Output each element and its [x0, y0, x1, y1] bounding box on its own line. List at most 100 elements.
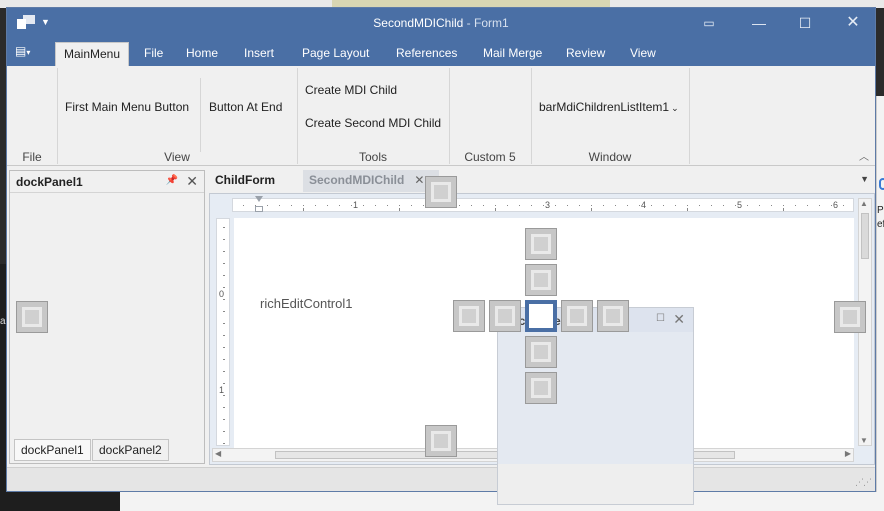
tab-insert[interactable]: Insert [236, 42, 282, 66]
background-bottom-dark [0, 492, 120, 511]
scroll-left-icon[interactable]: ◀ [215, 449, 221, 458]
dock-guide-bottom-inner[interactable] [525, 336, 557, 368]
title-bar[interactable]: ▼ SecondMDIChild - Form1 ▭ — ☐ ✕ [7, 8, 875, 38]
pin-icon[interactable]: 📌 [166, 175, 178, 186]
chevron-down-icon: ⌄ [671, 103, 679, 113]
ruler-tick [363, 205, 364, 206]
ruler-tick [675, 205, 676, 206]
ruler-tick [223, 287, 225, 288]
background-radio [879, 178, 884, 190]
dock-guide-left-edge[interactable] [16, 301, 48, 333]
close-icon[interactable]: ✕ [673, 311, 685, 328]
ruler-tick [831, 205, 832, 206]
group-label-tools: Tools [358, 150, 387, 164]
indent-marker-icon[interactable] [255, 196, 263, 212]
tab-view[interactable]: View [622, 42, 664, 66]
dock-panel-1-header[interactable]: dockPanel1 📌 ✕ [10, 171, 204, 193]
scroll-up-icon[interactable]: ▲ [860, 199, 868, 208]
first-main-menu-button[interactable]: First Main Menu Button [65, 100, 189, 114]
ruler-tick [555, 205, 556, 206]
resize-grip-icon[interactable]: ⋰⋰ [855, 477, 872, 488]
status-bar: ⋰⋰ [7, 467, 875, 491]
ruler-tick [303, 205, 304, 206]
dock-panel-1-title: dockPanel1 [16, 175, 83, 189]
group-label-window: Window [588, 150, 632, 164]
dock-guide-top-edge[interactable] [425, 176, 457, 208]
application-menu-button[interactable]: ▤▾ [15, 44, 41, 62]
dock-guide-left-outer[interactable] [453, 300, 485, 332]
ruler-tick [223, 251, 225, 252]
tab-childform[interactable]: ChildForm [209, 170, 281, 192]
mdi-children-list-dropdown[interactable]: barMdiChildrenListItem1 ⌄ [539, 100, 679, 114]
button-at-end[interactable]: Button At End [209, 100, 282, 114]
group-label-file: File [22, 150, 42, 164]
ruler-tick [223, 227, 225, 228]
ruler-tick [567, 205, 568, 206]
close-button[interactable]: ✕ [841, 13, 865, 33]
ruler-tick [351, 205, 352, 206]
ruler-tick [711, 205, 712, 206]
ruler-tick [223, 323, 225, 324]
create-mdi-child-button[interactable]: Create MDI Child [305, 83, 397, 97]
tab-secondmdichild[interactable]: SecondMDIChild ✕ [303, 170, 439, 192]
ruler-tick [243, 205, 244, 206]
minimize-button[interactable]: — [747, 13, 771, 33]
ruler-tick [771, 205, 772, 206]
ruler-tick [223, 359, 225, 360]
close-tab-icon[interactable]: ✕ [414, 173, 424, 187]
dock-guide-center[interactable] [525, 300, 557, 332]
dock-guide-right-outer[interactable] [597, 300, 629, 332]
ruler-tick [639, 205, 640, 206]
dock-guide-bottom-outer[interactable] [525, 372, 557, 404]
tab-dockpanel2[interactable]: dockPanel2 [92, 439, 169, 461]
dock-guide-top-outer[interactable] [525, 228, 557, 260]
maximize-icon[interactable]: ☐ [656, 313, 665, 324]
maximize-button[interactable]: ☐ [793, 13, 817, 33]
scroll-right-icon[interactable]: ▶ [845, 449, 851, 458]
ruler-tick [459, 205, 460, 206]
restore-layout-icon[interactable]: ▭ [697, 13, 721, 33]
group-label-custom5: Custom 5 [464, 150, 516, 164]
ruler-tick [279, 205, 280, 206]
tab-mail-merge[interactable]: Mail Merge [475, 42, 550, 66]
background-right-window: Pref [876, 96, 884, 511]
tab-home[interactable]: Home [178, 42, 226, 66]
ruler-tick [543, 205, 544, 206]
tab-review[interactable]: Review [558, 42, 613, 66]
collapse-ribbon-icon[interactable]: ︿ [859, 148, 869, 163]
ruler-tick [423, 205, 424, 206]
ruler-tick [223, 395, 225, 396]
tab-file[interactable]: File [136, 42, 171, 66]
ruler-tick [267, 205, 268, 206]
main-window: ▼ SecondMDIChild - Form1 ▭ — ☐ ✕ ▤▾ Main… [6, 7, 876, 492]
create-second-mdi-child-button[interactable]: Create Second MDI Child [305, 116, 441, 130]
ruler-tick [339, 205, 340, 206]
ruler-tick [223, 419, 225, 420]
ruler-tick [223, 371, 225, 372]
tab-references[interactable]: References [388, 42, 465, 66]
ruler-tick [723, 205, 724, 206]
horizontal-ruler: 1 2 3 4 5 6 [232, 198, 854, 212]
close-icon[interactable]: ✕ [186, 173, 198, 190]
document-tabs: ChildForm SecondMDIChild ✕ ▼ [209, 170, 875, 192]
ribbon-tab-bar: ▤▾ MainMenu File Home Insert Page Layout… [7, 38, 875, 66]
tab-mainmenu[interactable]: MainMenu [55, 42, 130, 66]
tab-secondmdichild-label: SecondMDIChild [309, 173, 405, 187]
ruler-tick [411, 205, 412, 206]
ruler-tick [783, 205, 784, 206]
tab-dockpanel1[interactable]: dockPanel1 [14, 439, 91, 461]
ruler-tick [223, 431, 225, 432]
dock-guide-top-inner[interactable] [525, 264, 557, 296]
dock-guide-right-edge[interactable] [834, 301, 866, 333]
scroll-down-icon[interactable]: ▼ [860, 436, 868, 445]
dock-guide-left-inner[interactable] [489, 300, 521, 332]
ruler-tick [223, 275, 225, 276]
ruler-tick [663, 205, 664, 206]
document-list-dropdown-icon[interactable]: ▼ [860, 174, 869, 184]
dock-guide-right-inner[interactable] [561, 300, 593, 332]
vertical-scroll-thumb[interactable] [861, 213, 869, 259]
dock-panel-3-footer [498, 464, 693, 504]
dock-guide-bottom-edge[interactable] [425, 425, 457, 457]
tab-page-layout[interactable]: Page Layout [294, 42, 377, 66]
ruler-tick [387, 205, 388, 206]
